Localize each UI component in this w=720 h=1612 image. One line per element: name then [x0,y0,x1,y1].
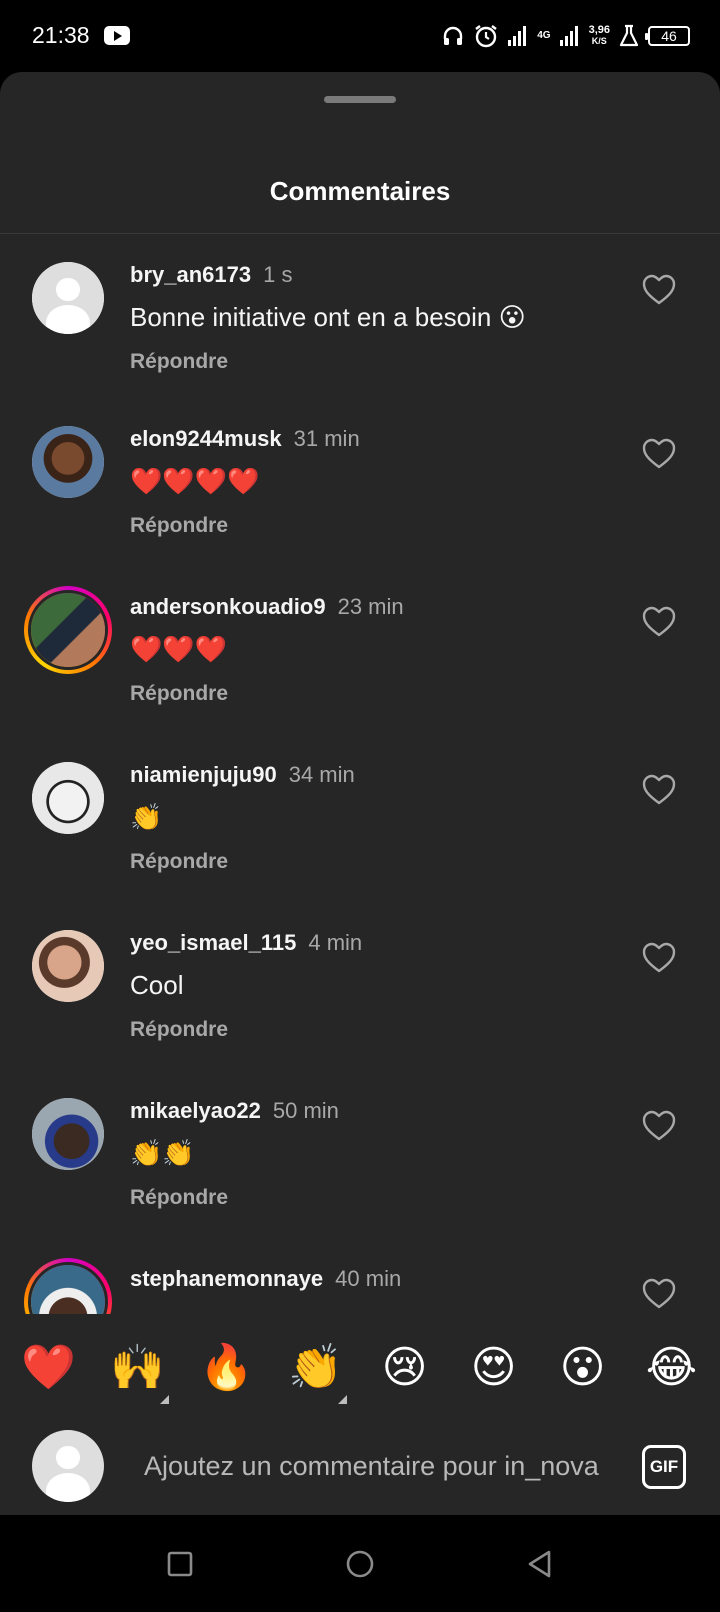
comment-list[interactable]: bry_an6173 1 s Bonne initiative ont en a … [0,234,720,1386]
comment-username[interactable]: niamienjuju90 [130,762,277,787]
comment-meta: yeo_ismael_115 4 min [130,930,362,956]
status-icons: 4G 3,96 K/S 46 [441,20,690,52]
comment-time: 1 s [263,262,293,287]
emoji-raised-hands[interactable]: 🙌 [103,1338,173,1404]
speed-value: 3,96 [588,24,610,36]
youtube-icon [104,26,130,45]
comment-time: 50 min [272,1098,339,1123]
comment-meta: bry_an6173 1 s [130,262,292,288]
network-type: 4G [537,30,551,41]
avatar[interactable] [32,262,104,334]
comment-time: 4 min [308,930,363,955]
comment-text: ❤️❤️❤️❤️ [130,466,260,496]
emoji-clapping-hands[interactable]: 👏 [281,1338,351,1404]
reply-button[interactable]: Répondre [130,514,228,538]
headphones-icon [444,26,463,45]
comment-input[interactable] [144,1444,608,1488]
comment-meta: mikaelyao22 50 min [130,1098,339,1124]
lab-icon [619,24,639,47]
comment-text: Bonne initiative ont en a besoin 😮 [130,302,526,332]
heart-icon[interactable] [642,606,676,638]
comment-meta: stephanemonnaye 40 min [130,1266,401,1292]
heart-icon[interactable] [642,1110,676,1142]
comment-username[interactable]: elon9244musk [130,426,282,451]
comment-input-bar: GIF [0,1422,720,1515]
reply-button[interactable]: Répondre [130,850,228,874]
comment-text: Cool [130,970,184,1000]
comment-text: 👏 [130,802,163,832]
battery-icon: 46 [645,26,690,46]
avatar-story-ring[interactable] [24,586,112,674]
signal-4g-icon [559,26,578,46]
comment-item: yeo_ismael_115 4 min Cool Répondre [0,902,720,1070]
heart-icon[interactable] [642,274,676,306]
emoji-surprised-face[interactable]: 😮 [548,1338,618,1398]
avatar[interactable] [32,426,104,498]
reply-button[interactable]: Répondre [130,682,228,706]
emoji-heart-eyes[interactable]: 😍 [459,1338,529,1398]
status-time: 21:38 [32,22,90,48]
alarm-icon [475,25,497,48]
network-speed: 3,96 K/S [589,25,610,47]
drag-handle[interactable] [324,96,396,103]
comment-username[interactable]: mikaelyao22 [130,1098,261,1123]
emoji-tears-of-joy[interactable]: 😂 [637,1338,707,1398]
reply-button[interactable]: Répondre [130,1186,228,1210]
comment-username[interactable]: bry_an6173 [130,262,251,287]
comment-item: andersonkouadio9 23 min ❤️❤️❤️ Répondre [0,566,720,734]
home-icon[interactable] [343,1547,377,1581]
comment-meta: elon9244musk 31 min [130,426,360,452]
own-avatar[interactable] [32,1430,104,1502]
comment-item: mikaelyao22 50 min 👏👏 Répondre [0,1070,720,1238]
comment-time: 40 min [335,1266,402,1291]
avatar[interactable] [32,1098,104,1170]
heart-icon[interactable] [642,774,676,806]
gif-button[interactable]: GIF [642,1445,686,1489]
emoji-fire[interactable]: 🔥 [192,1338,262,1398]
avatar[interactable] [32,762,104,834]
emoji-reaction-bar: ❤️ 🙌 🔥 👏 😢 😍 😮 😂 [0,1314,720,1422]
reply-button[interactable]: Répondre [130,350,228,374]
emoji-red-heart[interactable]: ❤️ [14,1338,84,1398]
comment-meta: andersonkouadio9 23 min [130,594,404,620]
recent-apps-icon[interactable] [163,1547,197,1581]
comments-sheet: Commentaires bry_an6173 1 s Bonne initiat… [0,72,720,1515]
heart-icon[interactable] [642,942,676,974]
heart-icon[interactable] [642,438,676,470]
comment-username[interactable]: yeo_ismael_115 [130,930,296,955]
reply-button[interactable]: Répondre [130,1018,228,1042]
comment-item: elon9244musk 31 min ❤️❤️❤️❤️ Répondre [0,398,720,566]
status-bar: 21:38 4G 3,96 K/S 46 [0,0,720,72]
comment-username[interactable]: stephanemonnaye [130,1266,323,1291]
comment-time: 31 min [293,426,360,451]
comment-username[interactable]: andersonkouadio9 [130,594,326,619]
comment-text: 👏👏 [130,1138,195,1168]
sheet-title: Commentaires [269,176,451,206]
signal-icon [508,26,527,46]
comment-text: ❤️❤️❤️ [130,634,228,664]
comment-item: niamienjuju90 34 min 👏 Répondre [0,734,720,902]
avatar[interactable] [32,930,104,1002]
system-nav-bar [0,1515,720,1612]
back-icon[interactable] [523,1547,557,1581]
comment-time: 34 min [288,762,355,787]
comment-time: 23 min [337,594,404,619]
comment-meta: niamienjuju90 34 min [130,762,355,788]
speed-unit: K/S [591,36,607,46]
comment-item: bry_an6173 1 s Bonne initiative ont en a … [0,234,720,402]
emoji-crying-face[interactable]: 😢 [370,1338,440,1398]
heart-icon[interactable] [642,1278,676,1310]
